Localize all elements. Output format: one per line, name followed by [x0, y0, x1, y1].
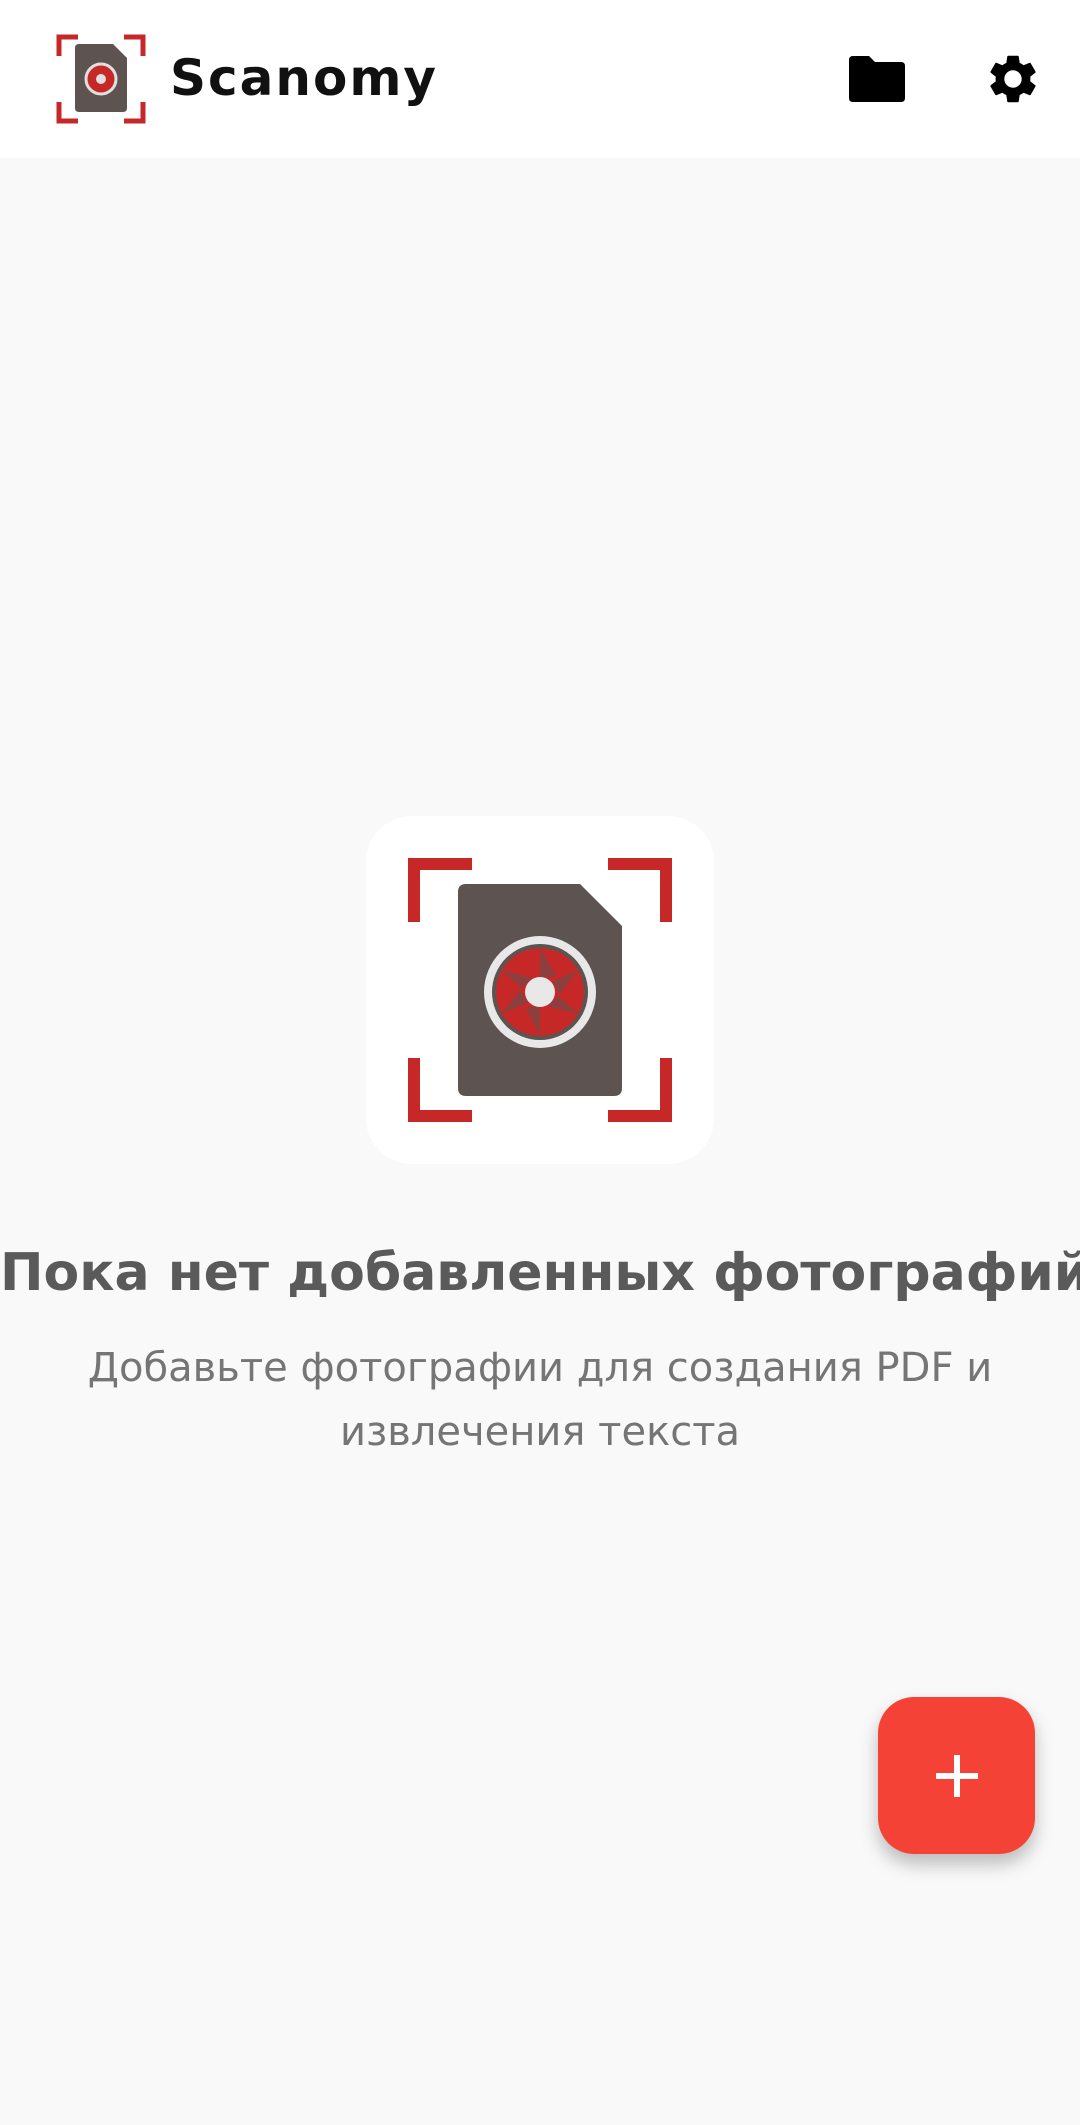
empty-state-subtitle: Добавьте фотографии для создания PDF и и…	[87, 1345, 993, 1455]
document-camera-icon	[408, 858, 672, 1122]
app-bar: Scanomy	[0, 0, 1080, 158]
scanner-logo-icon	[56, 34, 146, 124]
app-title: Scanomy	[170, 49, 439, 107]
add-photo-button[interactable]	[878, 1697, 1035, 1854]
plus-icon	[935, 1754, 978, 1797]
settings-button[interactable]	[978, 44, 1048, 114]
gear-icon	[990, 55, 1036, 103]
folder-button[interactable]	[842, 44, 912, 114]
empty-state-illustration	[366, 816, 714, 1164]
folder-icon	[849, 56, 905, 102]
empty-state-title: Пока нет добавленных фотографий	[0, 1243, 1080, 1303]
